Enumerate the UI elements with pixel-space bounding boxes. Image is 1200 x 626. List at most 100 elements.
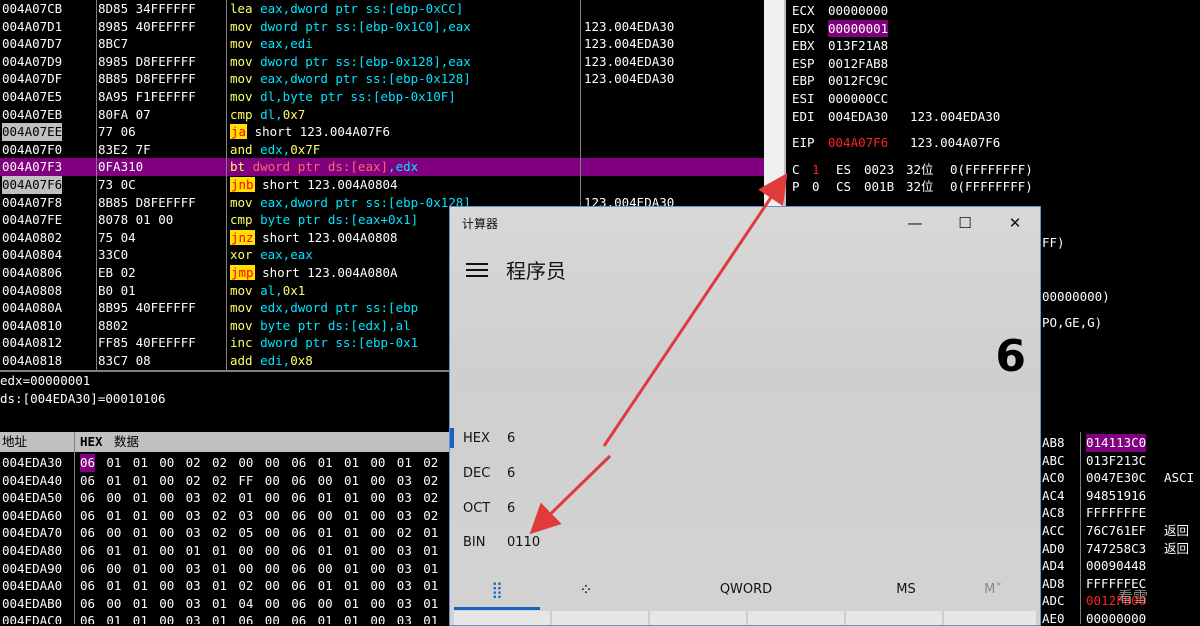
dump-byte[interactable]: 06 [80, 472, 95, 490]
dump-row[interactable]: 004EDAB0 06 00 01 00 03 01 04 00 06 00 01 00 03 01 [0, 595, 452, 613]
dump-byte[interactable]: 03 [397, 472, 412, 490]
register-row[interactable]: ESP 0012FAB8 [790, 55, 1200, 73]
dump-byte[interactable]: 00 [159, 524, 174, 542]
stack-row[interactable]: AD0 747258C3 返回 [1040, 540, 1200, 558]
dump-byte[interactable]: 06 [291, 542, 306, 560]
dump-byte[interactable]: 01 [318, 577, 333, 595]
register-value[interactable]: 00000001 [828, 19, 889, 38]
dump-byte[interactable]: 00 [318, 560, 333, 578]
stack-value[interactable]: 014113C0 [1086, 434, 1147, 452]
dump-byte[interactable]: 06 [291, 472, 306, 490]
dump-byte[interactable]: 00 [159, 507, 174, 525]
dump-byte[interactable]: 02 [238, 577, 253, 595]
dump-row[interactable]: 004EDA70 06 00 01 00 03 02 05 00 06 01 01 00 02 01 [0, 524, 452, 542]
bit-toggle-icon[interactable]: ⁘ [540, 571, 632, 607]
dump-byte[interactable]: 01 [106, 472, 121, 490]
dump-byte[interactable]: 00 [265, 472, 280, 490]
dump-byte[interactable]: 01 [238, 489, 253, 507]
register-value[interactable]: 000000CC [828, 90, 888, 108]
register-row[interactable]: EBX 013F21A8 [790, 37, 1200, 55]
dump-byte[interactable]: 04 [238, 595, 253, 613]
minimize-button[interactable]: — [890, 207, 940, 239]
dump-byte[interactable]: 01 [212, 542, 227, 560]
dump-byte[interactable]: 03 [397, 542, 412, 560]
eip-value[interactable]: 004A07F6 [828, 134, 888, 152]
stack-row[interactable]: AC8 FFFFFFFE [1040, 504, 1200, 522]
dump-byte[interactable]: 00 [370, 595, 385, 613]
dump-byte[interactable]: 01 [344, 472, 359, 490]
dump-row[interactable]: 004EDA90 06 00 01 00 03 01 00 00 06 00 01 00 03 01 [0, 560, 452, 578]
dump-byte[interactable]: 03 [238, 507, 253, 525]
dump-byte[interactable]: 01 [133, 560, 148, 578]
dump-byte[interactable]: 00 [159, 472, 174, 490]
dump-byte[interactable]: 00 [265, 454, 280, 472]
register-value[interactable]: 013F21A8 [828, 37, 888, 55]
base-dec-row[interactable]: DEC 6 [450, 458, 750, 490]
dump-byte[interactable]: 00 [106, 524, 121, 542]
dump-byte[interactable]: 01 [133, 472, 148, 490]
dump-byte[interactable]: 00 [159, 560, 174, 578]
dump-byte[interactable]: 01 [344, 454, 359, 472]
register-value[interactable]: 004EDA30 [828, 108, 888, 126]
stack-value[interactable]: 00000000 [1086, 610, 1146, 624]
dump-byte[interactable]: 02 [423, 472, 438, 490]
disasm-row[interactable]: 004A07CB 8D85 34FFFFFF lea eax,dword ptr s… [0, 0, 764, 18]
maximize-button[interactable]: ☐ [940, 207, 990, 239]
dump-byte[interactable]: 00 [106, 489, 121, 507]
dump-row[interactable]: 004EDA30 06 01 01 00 02 02 00 00 06 01 01 00 01 02 [0, 454, 452, 472]
dump-byte[interactable]: 01 [318, 542, 333, 560]
dump-byte[interactable]: 01 [318, 454, 333, 472]
memory-list-button[interactable]: M˅ [950, 571, 1036, 607]
disasm-row[interactable]: 004A07E5 8A95 F1FEFFFF mov dl,byte ptr ss:… [0, 88, 764, 106]
dump-byte[interactable]: 06 [291, 454, 306, 472]
dump-byte[interactable]: 06 [291, 612, 306, 624]
dump-byte[interactable]: 00 [159, 612, 174, 624]
stack-value[interactable]: 013F213C [1086, 452, 1146, 470]
dump-byte[interactable]: 02 [212, 524, 227, 542]
stack-row[interactable]: AC0 0047E30C ASCI [1040, 469, 1200, 487]
register-value[interactable]: 0012FC9C [828, 72, 888, 90]
disasm-row[interactable]: 004A07F3 0FA310 bt dword ptr ds:[eax],edx [0, 158, 764, 176]
dump-byte[interactable]: 01 [106, 507, 121, 525]
dump-byte[interactable]: 00 [265, 595, 280, 613]
dump-byte[interactable]: 00 [370, 542, 385, 560]
dump-byte[interactable]: FF [238, 472, 253, 490]
dump-byte[interactable]: 00 [265, 560, 280, 578]
dump-byte[interactable]: 06 [80, 542, 95, 560]
dump-byte[interactable]: 01 [133, 542, 148, 560]
dump-byte[interactable]: 00 [370, 489, 385, 507]
stack-value[interactable]: 76C761EF [1086, 522, 1146, 540]
dump-byte[interactable]: 03 [397, 489, 412, 507]
dump-byte[interactable]: 01 [344, 612, 359, 624]
dump-byte[interactable]: 01 [133, 489, 148, 507]
dump-byte[interactable]: 00 [265, 524, 280, 542]
dump-byte[interactable]: 06 [291, 507, 306, 525]
register-row[interactable]: ECX 00000000 [790, 2, 1200, 20]
register-value[interactable]: 00000000 [828, 2, 888, 20]
register-row[interactable]: EBP 0012FC9C [790, 72, 1200, 90]
disasm-row[interactable]: 004A07F6 73 0C jnb short 123.004A0804 [0, 176, 764, 194]
disasm-row[interactable]: 004A07D1 8985 40FEFFFF mov dword ptr ss:[e… [0, 18, 764, 36]
dump-byte[interactable]: 06 [80, 560, 95, 578]
dump-byte[interactable]: 02 [212, 472, 227, 490]
register-value[interactable]: 0012FAB8 [828, 55, 888, 73]
dump-byte[interactable]: 00 [159, 595, 174, 613]
dump-byte[interactable]: 06 [291, 560, 306, 578]
stack-value[interactable]: 00090448 [1086, 557, 1146, 575]
flag-row[interactable]: P 0 CS 001B 32位 0(FFFFFFFF) [790, 178, 1200, 196]
dump-row[interactable]: 004EDA60 06 01 01 00 03 02 03 00 06 00 01 00 03 02 [0, 507, 452, 525]
disasm-row[interactable]: 004A07D9 8985 D8FEFFFF mov dword ptr ss:[e… [0, 53, 764, 71]
dump-byte[interactable]: 03 [186, 524, 201, 542]
dump-byte[interactable]: 00 [318, 507, 333, 525]
dump-byte[interactable]: 02 [212, 507, 227, 525]
dump-byte[interactable]: 01 [106, 612, 121, 624]
dump-byte[interactable]: 01 [423, 612, 438, 624]
dump-byte[interactable]: 00 [370, 577, 385, 595]
dump-byte[interactable]: 01 [133, 612, 148, 624]
base-hex-row[interactable]: HEX 6 [450, 423, 750, 455]
dump-row[interactable]: 004EDAA0 06 01 01 00 03 01 02 00 06 01 01 00 03 01 [0, 577, 452, 595]
dump-byte[interactable]: 03 [186, 595, 201, 613]
dump-row[interactable]: 004EDAC0 06 01 01 00 03 01 06 00 06 01 01 00 03 01 [0, 612, 452, 624]
dump-byte[interactable]: 01 [133, 507, 148, 525]
dump-byte[interactable]: 06 [80, 454, 96, 472]
